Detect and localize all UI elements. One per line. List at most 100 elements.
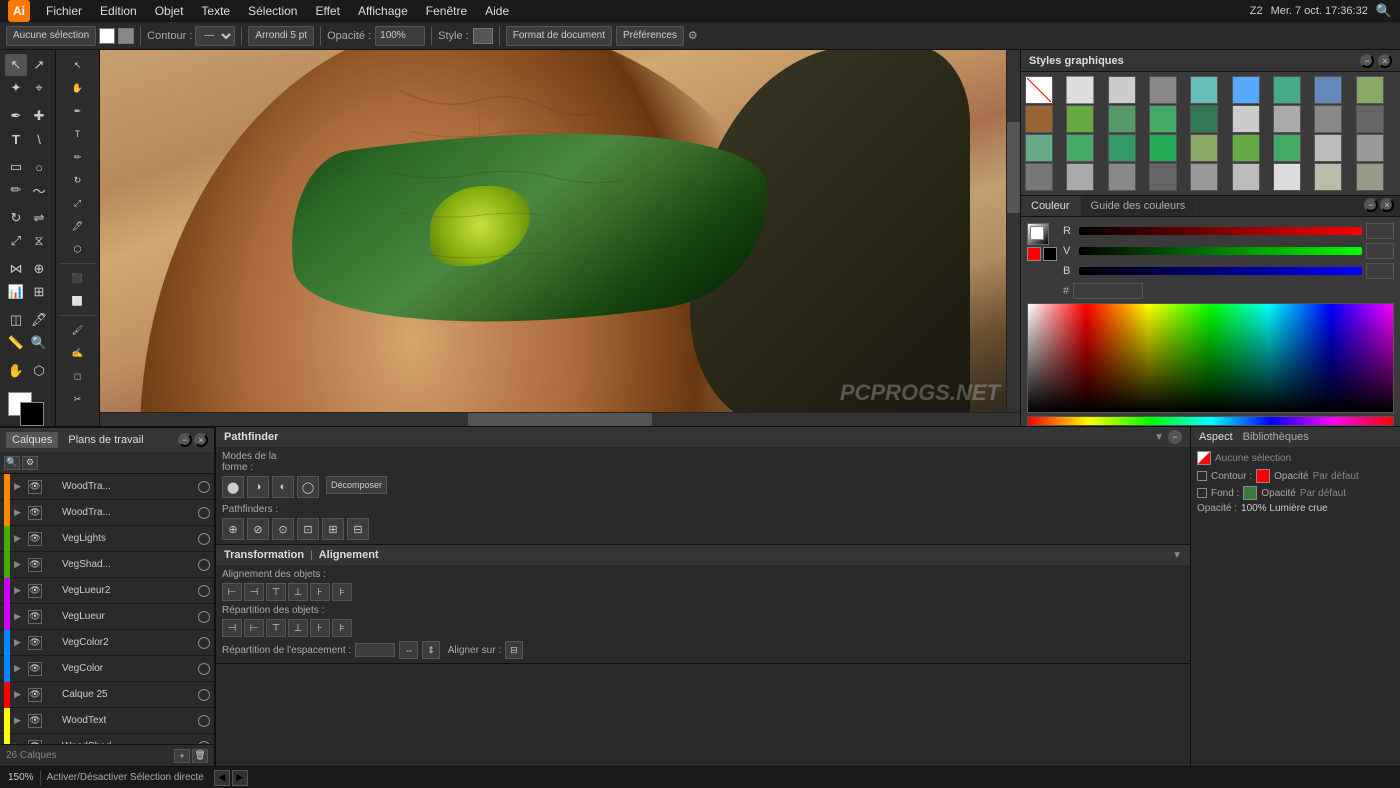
calques-find-btn[interactable]: 🔍 (4, 456, 20, 470)
contour-select[interactable]: — (195, 26, 235, 46)
tool-gradient[interactable]: ◫ (5, 309, 27, 331)
tab-bibliotheques[interactable]: Bibliothèques (1243, 431, 1309, 443)
calque-eye-8[interactable]: 👁 (28, 688, 42, 702)
pathfinder-minimize[interactable]: − (1168, 430, 1182, 444)
search-icon[interactable]: 🔍 (1376, 3, 1392, 19)
tool-lasso[interactable]: ⌖ (28, 77, 50, 99)
color-panel-minimize[interactable]: − (1364, 198, 1378, 212)
tool-sec-paint[interactable]: 🖌 (67, 319, 89, 341)
tool-mesh[interactable]: ⊞ (28, 281, 50, 303)
calque-target-6[interactable] (198, 637, 210, 649)
pf-crop[interactable]: ⊡ (297, 518, 319, 540)
calque-eye-2[interactable]: 👁 (28, 532, 42, 546)
espace-v-btn[interactable]: ⇕ (422, 641, 440, 659)
tool-pencil[interactable]: ✏ (5, 179, 27, 201)
calque-eye-9[interactable]: 👁 (28, 714, 42, 728)
v-scrollbar[interactable] (1006, 50, 1020, 412)
pf-minus-back[interactable]: ⊟ (347, 518, 369, 540)
align-bottom[interactable]: ⊧ (332, 583, 352, 601)
espace-h-btn[interactable]: ⇔ (399, 641, 418, 659)
aspect-contour-visibility[interactable] (1197, 471, 1207, 481)
tool-column-graph[interactable]: 📊 (5, 281, 27, 303)
arrondi-btn[interactable]: Arrondi 5 pt (248, 26, 314, 46)
style-swatch-8[interactable] (1356, 76, 1384, 104)
toolbar-stroke-swatch[interactable] (118, 28, 134, 44)
calque-item-2[interactable]: ▶ 👁 VegLights (0, 526, 214, 552)
align-center-h[interactable]: ⊣ (244, 583, 264, 601)
style-swatch-22[interactable] (1190, 134, 1218, 162)
h-scrollbar[interactable] (100, 412, 1020, 426)
shape-unite[interactable]: ⬤ (222, 476, 244, 498)
canvas-content[interactable]: PCPROGS.NET (100, 50, 1020, 426)
calque-eye-5[interactable]: 👁 (28, 610, 42, 624)
transform-toggle[interactable]: ▼ (1172, 550, 1182, 561)
calque-item-9[interactable]: ▶ 👁 WoodText (0, 708, 214, 734)
aspect-contour-color[interactable] (1256, 469, 1270, 483)
tool-ellipse[interactable]: ○ (28, 156, 50, 178)
menu-edition[interactable]: Edition (92, 2, 145, 20)
calque-expand-4[interactable]: ▶ (14, 585, 24, 596)
style-swatch-23[interactable] (1232, 134, 1260, 162)
style-swatch-31[interactable] (1190, 163, 1218, 191)
opacite-input[interactable] (375, 26, 425, 46)
calque-item-10[interactable]: ▶ 👁 WoodShad (0, 734, 214, 744)
menu-effet[interactable]: Effet (307, 2, 347, 20)
color-b-slider[interactable] (1079, 267, 1362, 275)
tool-scale[interactable]: ⤢ (5, 230, 27, 252)
aspect-fg-bg-indicator[interactable] (1197, 451, 1211, 465)
tool-pen[interactable]: ✒ (5, 105, 27, 127)
menu-aide[interactable]: Aide (477, 2, 517, 20)
calque-eye-6[interactable]: 👁 (28, 636, 42, 650)
calque-eye-7[interactable]: 👁 (28, 662, 42, 676)
tool-zoom[interactable]: 🔍 (28, 332, 50, 354)
tool-sec-6[interactable]: ↻ (67, 169, 89, 191)
tool-sec-4[interactable]: T (67, 123, 89, 145)
color-r-value[interactable] (1366, 223, 1394, 239)
tool-sec-10[interactable]: ⬛ (67, 267, 89, 289)
style-swatch-7[interactable] (1314, 76, 1342, 104)
shape-intersect[interactable]: ◐ (272, 476, 294, 498)
tool-sym[interactable]: ⊕ (28, 258, 50, 280)
shape-exclude[interactable]: ◯ (297, 476, 319, 498)
calque-expand-8[interactable]: ▶ (14, 689, 24, 700)
pathfinder-toggle[interactable]: ▼ (1154, 432, 1164, 443)
tool-sec-2[interactable]: ✋ (67, 77, 89, 99)
tool-artboard[interactable]: ⬡ (28, 360, 50, 382)
hue-slider[interactable] (1027, 416, 1394, 426)
color-hex-input[interactable] (1073, 283, 1143, 299)
style-swatch-2[interactable] (1108, 76, 1136, 104)
calques-minimize[interactable]: − (178, 433, 192, 447)
style-swatch-15[interactable] (1273, 105, 1301, 133)
tool-rotate[interactable]: ↻ (5, 207, 27, 229)
tool-eyedropper[interactable]: 🖋 (28, 309, 50, 331)
menu-texte[interactable]: Texte (193, 2, 238, 20)
calque-target-4[interactable] (198, 585, 210, 597)
pf-merge[interactable]: ⊙ (272, 518, 294, 540)
style-swatch-20[interactable] (1108, 134, 1136, 162)
style-swatch-29[interactable] (1108, 163, 1136, 191)
tool-shear[interactable]: ⧖ (28, 230, 50, 252)
calque-expand-7[interactable]: ▶ (14, 663, 24, 674)
tab-plans-travail[interactable]: Plans de travail (62, 432, 149, 448)
style-swatch-13[interactable] (1190, 105, 1218, 133)
calque-target-9[interactable] (198, 715, 210, 727)
calques-close[interactable]: × (194, 433, 208, 447)
tool-direct-select[interactable]: ↗ (28, 54, 50, 76)
preferences-icon[interactable]: ⚙ (688, 29, 698, 42)
calque-expand-3[interactable]: ▶ (14, 559, 24, 570)
color-spectrum[interactable] (1027, 303, 1394, 413)
calque-eye-1[interactable]: 👁 (28, 506, 42, 520)
transform-align-header[interactable]: Transformation | Alignement ▼ (216, 545, 1190, 565)
style-swatch-19[interactable] (1066, 134, 1094, 162)
tool-sec-3[interactable]: ✒ (67, 100, 89, 122)
aspect-fond-visibility[interactable] (1197, 488, 1207, 498)
tool-reflect[interactable]: ⇌ (28, 207, 50, 229)
dist-bottom[interactable]: ⊧ (332, 619, 352, 637)
selection-btn[interactable]: Aucune sélection (6, 26, 96, 46)
color-r-slider[interactable] (1079, 227, 1362, 235)
tool-sec-11[interactable]: ⬜ (67, 290, 89, 312)
dist-top[interactable]: ⊥ (288, 619, 308, 637)
calque-eye-3[interactable]: 👁 (28, 558, 42, 572)
style-swatch-34[interactable] (1314, 163, 1342, 191)
style-swatch-3[interactable] (1149, 76, 1177, 104)
